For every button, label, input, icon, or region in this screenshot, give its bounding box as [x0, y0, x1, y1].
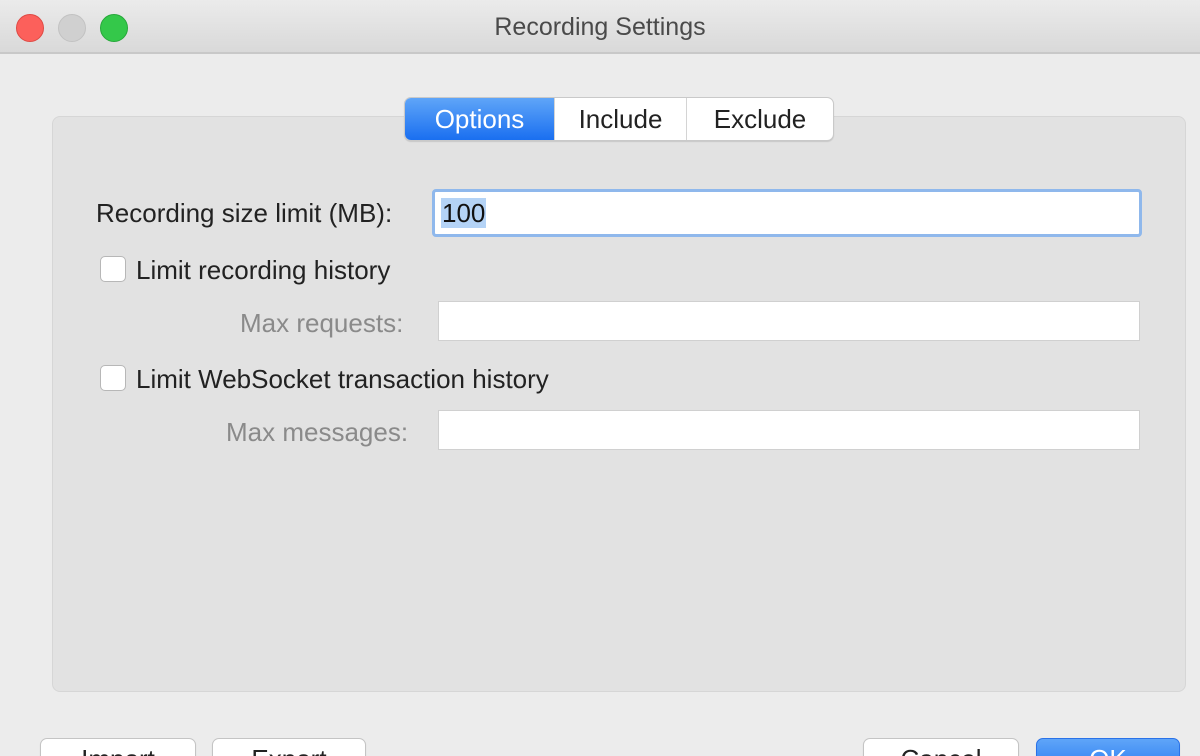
cancel-button[interactable]: Cancel: [863, 738, 1019, 756]
window-title: Recording Settings: [494, 13, 706, 41]
limit-websocket-checkbox[interactable]: [100, 365, 126, 391]
max-requests-input[interactable]: [438, 301, 1140, 341]
recording-settings-window: Recording Settings Options Include Exclu…: [0, 0, 1200, 756]
limit-history-label[interactable]: Limit recording history: [136, 255, 390, 286]
limit-history-checkbox[interactable]: [100, 256, 126, 282]
export-button[interactable]: Export: [212, 738, 366, 756]
max-messages-label: Max messages:: [226, 417, 409, 447]
tab-exclude[interactable]: Exclude: [687, 98, 833, 140]
tab-include[interactable]: Include: [555, 98, 687, 140]
import-button[interactable]: Import: [40, 738, 196, 756]
title-bar[interactable]: Recording Settings: [0, 0, 1200, 54]
limit-websocket-label[interactable]: Limit WebSocket transaction history: [136, 364, 549, 395]
size-limit-input[interactable]: 100: [432, 189, 1142, 237]
tab-bar: Options Include Exclude: [404, 97, 834, 141]
tab-options[interactable]: Options: [405, 98, 555, 140]
size-limit-value: 100: [441, 198, 487, 228]
max-requests-label: Max requests:: [240, 308, 404, 338]
max-messages-input[interactable]: [438, 410, 1140, 450]
ok-button[interactable]: OK: [1036, 738, 1180, 756]
size-limit-label: Recording size limit (MB):: [96, 198, 393, 228]
